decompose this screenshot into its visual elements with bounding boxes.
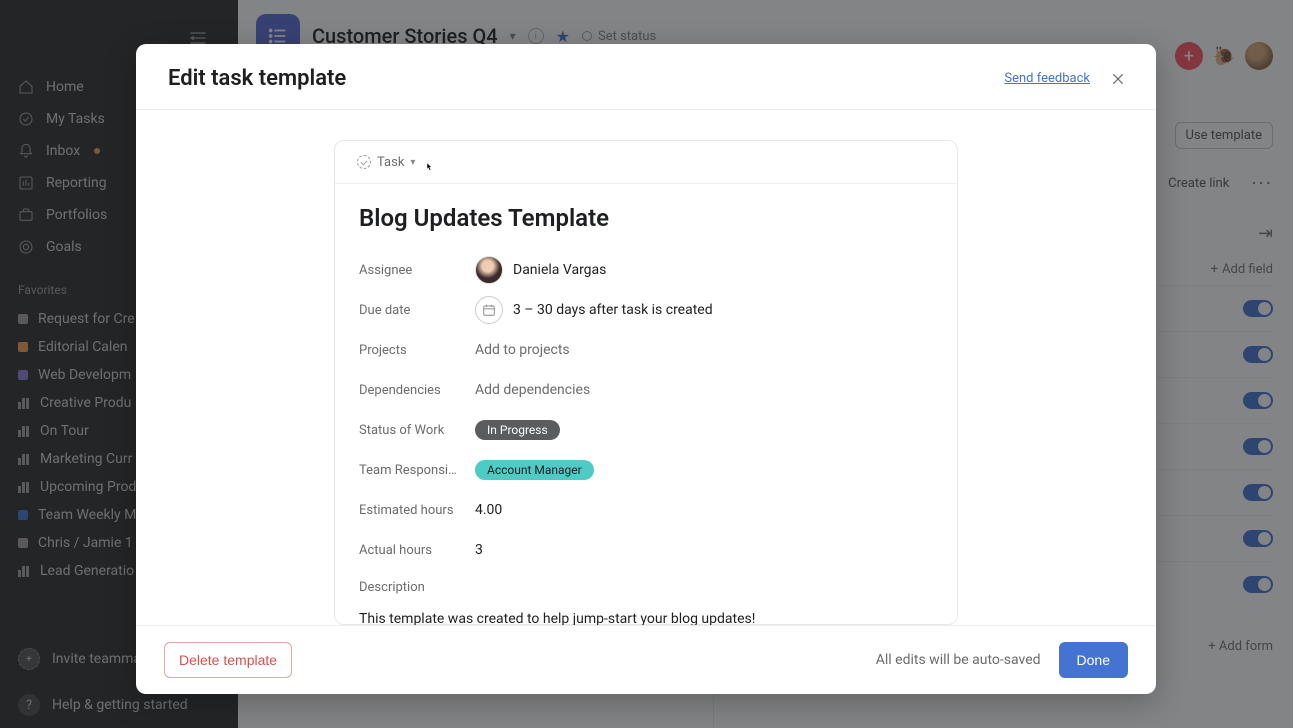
assignee-name: Daniela Vargas [513,262,606,278]
estimated-hours-value: 4.00 [475,502,502,518]
estimated-hours-label: Estimated hours [359,503,475,518]
done-button[interactable]: Done [1059,642,1128,678]
assignee-label: Assignee [359,263,475,278]
due-date-label: Due date [359,303,475,318]
dependencies-label: Dependencies [359,383,475,398]
status-field[interactable]: Status of Work In Progress [359,410,933,450]
projects-value: Add to projects [475,342,570,358]
projects-label: Projects [359,343,475,358]
actual-hours-label: Actual hours [359,543,475,558]
close-icon[interactable] [1108,69,1128,89]
task-check-icon [357,155,371,169]
modal-header: Edit task template Send feedback [136,44,1156,110]
dependencies-value: Add dependencies [475,382,590,398]
task-title-input[interactable]: Blog Updates Template [359,204,933,232]
team-label: Team Responsi… [359,463,475,478]
description-text[interactable]: This template was created to help jump-s… [359,611,933,625]
due-date-value: 3 – 30 days after task is created [513,302,713,318]
due-date-field[interactable]: Due date 3 – 30 days after task is creat… [359,290,933,330]
estimated-hours-field[interactable]: Estimated hours 4.00 [359,490,933,530]
status-badge: In Progress [475,420,560,440]
send-feedback-link[interactable]: Send feedback [1004,71,1090,86]
actual-hours-field[interactable]: Actual hours 3 [359,530,933,570]
chevron-down-icon: ▾ [410,157,415,168]
modal-body: Task ▾ Blog Updates Template Assignee Da… [136,110,1156,625]
modal-footer: Delete template All edits will be auto-s… [136,625,1156,694]
task-type-label: Task [377,155,404,170]
autosave-text: All edits will be auto-saved [876,652,1041,668]
team-badge: Account Manager [475,460,594,480]
edit-task-template-modal: Edit task template Send feedback Task ▾ … [136,44,1156,694]
assignee-field[interactable]: Assignee Daniela Vargas [359,250,933,290]
assignee-avatar-icon [475,256,503,284]
delete-template-button[interactable]: Delete template [164,642,292,678]
team-responsible-field[interactable]: Team Responsi… Account Manager [359,450,933,490]
task-card: Task ▾ Blog Updates Template Assignee Da… [334,140,958,625]
modal-title: Edit task template [168,66,346,91]
task-type-selector[interactable]: Task ▾ [335,141,957,184]
description-label: Description [359,580,933,595]
cursor-pointer-icon [421,159,437,177]
status-label: Status of Work [359,423,475,438]
actual-hours-value: 3 [475,542,483,558]
dependencies-field[interactable]: Dependencies Add dependencies [359,370,933,410]
projects-field[interactable]: Projects Add to projects [359,330,933,370]
calendar-icon [475,296,503,324]
